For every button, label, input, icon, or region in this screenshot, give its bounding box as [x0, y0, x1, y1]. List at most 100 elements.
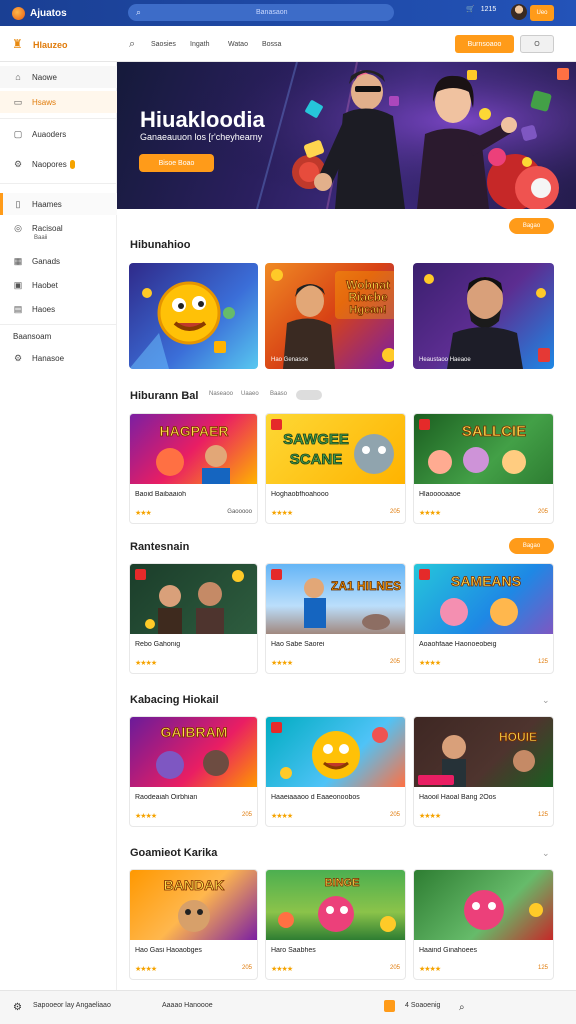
avatar[interactable] — [511, 4, 527, 20]
game-thumbnail — [129, 281, 235, 369]
footer-bar: ⚙ Sapooeor lay Angaeliaao Aaaao Hanoooe … — [0, 990, 576, 1024]
section-chip[interactable]: Bagao — [509, 218, 554, 234]
tab[interactable]: Uaaeo — [241, 391, 259, 397]
footer-link[interactable]: 4 Soaoenig — [405, 1002, 440, 1009]
top-bar: Ajuatos ⌕ Banasaon 🛒 1215 Ueo — [0, 0, 576, 26]
rating-stars: ★★★★ — [419, 966, 441, 973]
nav-link[interactable]: Watao — [228, 41, 248, 48]
hero-title: Hiuakloodia — [140, 107, 265, 132]
game-card[interactable]: SAMEANS Aoaohfaae Haonoeobeig ★★★★ 125 — [413, 563, 554, 674]
game-card[interactable]: Heaustaoo Haeaoe — [413, 263, 554, 369]
card-meta: 205 — [389, 509, 400, 515]
svg-text:SCANE: SCANE — [290, 451, 343, 468]
sidebar-item-games[interactable]: ▯ Haames — [0, 193, 117, 215]
footer-text[interactable]: Sapooeor lay Angaeliaao — [33, 1002, 111, 1009]
card-title: Raodeaiah Oirbhian — [135, 794, 198, 801]
card-meta: 205 — [389, 965, 400, 971]
app-name: Ajuatos — [30, 7, 67, 19]
sidebar-item-grid[interactable]: ▦ Ganads — [0, 250, 117, 272]
sidebar-sub-label: Baaii — [34, 235, 48, 241]
search-icon[interactable]: ⌕ — [459, 1002, 465, 1013]
sidebar-item-calendar[interactable]: ▢ Auaoders — [0, 123, 117, 145]
card-title: Aoaohfaae Haonoeobeig — [419, 641, 497, 648]
card-title: Haaeiaaaoo d Eaaeonoobos — [271, 794, 360, 801]
badge — [271, 722, 282, 733]
divider — [0, 118, 117, 119]
game-card[interactable]: SALLCIE Hlaooooaaoe ★★★★ 205 — [413, 413, 554, 524]
secondary-header-button[interactable]: O — [520, 35, 554, 53]
game-card[interactable]: SAWGEE SCANE Hoghaobfhoahooo ★★★★ 205 — [265, 413, 406, 524]
badge — [419, 569, 430, 580]
hero-banner[interactable]: Hiuakloodia Ganaeauuon los [r'cheyhearny… — [117, 62, 576, 209]
bookmark-icon: ▯ — [15, 198, 21, 209]
hero-cta-button[interactable]: Bisoe Boao — [139, 154, 214, 172]
game-card[interactable]: Rebo Gahonig ★★★★ — [129, 563, 258, 674]
game-thumbnail: HOUIE — [414, 717, 553, 787]
top-action-button[interactable]: Ueo — [530, 5, 554, 21]
rating-stars: ★★★★ — [419, 510, 441, 517]
game-thumbnail: Wobnat Riacbe Hgcan! — [271, 269, 394, 369]
top-search-input[interactable]: ⌕ Banasaon — [128, 4, 394, 21]
game-thumbnail: BINGE — [266, 870, 405, 940]
primary-header-button[interactable]: Burnsoaoo — [455, 35, 514, 53]
card-title: Hao Sabe Saorei — [271, 641, 325, 648]
rating-stars: ★★★★ — [135, 660, 157, 667]
bag-icon[interactable] — [384, 1000, 395, 1012]
brand-icon: ♜ — [12, 37, 23, 51]
game-card[interactable] — [129, 263, 258, 369]
bell-icon[interactable]: 🛒 — [466, 5, 475, 13]
gear-icon: ⚙ — [13, 352, 23, 363]
game-card[interactable]: BINGE Haro Saabhes ★★★★ 205 — [265, 869, 406, 980]
thumb-overlay-text: SAMEANS — [451, 573, 521, 589]
nav-link[interactable]: Ingath — [190, 41, 209, 48]
card-caption: Hao Genasoe — [271, 357, 309, 363]
game-card[interactable]: ZA1 HILNES Hao Sabe Saorei ★★★★ 205 — [265, 563, 406, 674]
nav-search-icon[interactable]: ⌕ — [129, 38, 135, 51]
game-card[interactable]: Haaind Ginahoees ★★★★ 125 — [413, 869, 554, 980]
card-title: Hoghaobfhoahooo — [271, 491, 329, 498]
sidebar-item-list[interactable]: ▤ Haoes — [0, 298, 117, 320]
rating-stars: ★★★★ — [271, 510, 293, 517]
sidebar: ⌂ Naowe ▭ Hsaws ▢ Auaoders ⚙ Naopores ▯ Haame… — [0, 62, 117, 990]
game-thumbnail: GAIBRAM — [130, 717, 257, 787]
sidebar-item-target[interactable]: ◎ Racisoal — [0, 217, 117, 239]
sidebar-item-label: Haoes — [32, 304, 56, 314]
section-title: Hiburann Bal — [130, 390, 199, 402]
game-card[interactable]: Haaeiaaaoo d Eaaeonoobos ★★★★ 205 — [265, 716, 406, 827]
rating-stars: ★★★★ — [271, 966, 293, 973]
section-title: Goamieot Karika — [130, 847, 218, 859]
game-card[interactable]: BANDAK Hao Gasi Haoaobges ★★★★ 205 — [129, 869, 258, 980]
nav-link[interactable]: Bossa — [262, 41, 281, 48]
game-card[interactable]: HOUIE Haooil Haoal Bang 2Oos ★★★★ 125 — [413, 716, 554, 827]
toggle-pill[interactable] — [296, 390, 322, 400]
sidebar-item-settings-2[interactable]: ⚙ Hanasoe — [0, 347, 117, 369]
game-thumbnail: ZA1 HILNES — [266, 564, 405, 634]
sidebar-item-inbox[interactable]: ▣ Haobet — [0, 274, 117, 296]
section-chip[interactable]: Bagao — [509, 538, 554, 554]
tab[interactable]: Naseaoo — [209, 391, 233, 397]
card-title: Haro Saabhes — [271, 947, 316, 954]
sidebar-item-star[interactable]: ▭ Hsaws — [0, 91, 117, 113]
nav-link[interactable]: Saosies — [151, 41, 176, 48]
top-counter: 1215 — [480, 5, 497, 13]
game-card[interactable]: GAIBRAM Raodeaiah Oirbhian ★★★★ 205 — [129, 716, 258, 827]
tab[interactable]: Baaso — [270, 391, 287, 397]
footer-link[interactable]: Aaaao Hanoooe — [162, 1002, 213, 1009]
chevron-down-icon[interactable]: ⌄ — [542, 848, 550, 859]
list-icon: ▤ — [13, 303, 23, 314]
game-card[interactable]: HAGPAER Baoid Baibaaioh ★★★ Gaooooo — [129, 413, 258, 524]
chevron-down-icon[interactable]: ⌄ — [542, 695, 550, 706]
game-card[interactable]: Wobnat Riacbe Hgcan! Hao Genasoe — [265, 263, 394, 369]
sidebar-item-settings[interactable]: ⚙ Naopores — [0, 153, 117, 175]
thumb-overlay-text: BINGE — [325, 877, 360, 889]
sidebar-item-label: Auaoders — [32, 129, 67, 139]
card-title: Hlaooooaaoe — [419, 491, 461, 498]
section-title: Hibunahioo — [130, 239, 191, 251]
badge — [271, 419, 282, 430]
thumb-overlay-text: BANDAK — [164, 877, 225, 893]
rating-stars: ★★★★ — [135, 813, 157, 820]
badge — [135, 569, 146, 580]
game-thumbnail: SALLCIE — [414, 414, 553, 484]
divider — [0, 183, 117, 184]
sidebar-item-home[interactable]: ⌂ Naowe — [0, 66, 117, 88]
